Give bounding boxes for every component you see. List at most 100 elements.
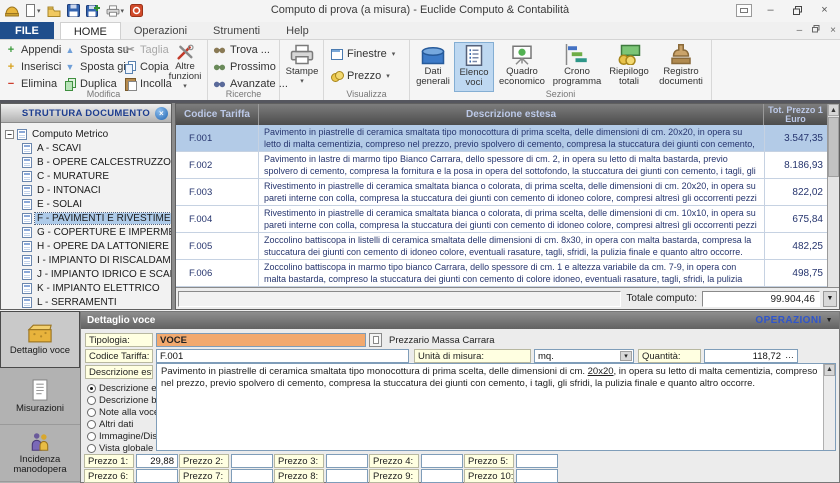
prezzo-10-field[interactable] bbox=[516, 469, 558, 483]
mdi-close-button[interactable]: × bbox=[830, 25, 836, 36]
chevron-down-icon[interactable]: ▾ bbox=[620, 351, 632, 361]
tipologia-field[interactable]: VOCE bbox=[156, 333, 366, 347]
ribbon-group-modifica: +Appendi +Inserisci −Elimina ▲Sposta su … bbox=[0, 40, 208, 100]
finestre-button[interactable]: Finestre▾ bbox=[328, 46, 398, 62]
altre-funzioni-button[interactable]: Altre funzioni▾ bbox=[163, 42, 207, 92]
mdi-minimize-button[interactable]: – bbox=[797, 25, 803, 36]
tree-item-e-solai[interactable]: E - SOLAI bbox=[1, 197, 171, 211]
sidebar-item-incidenza-manodopera[interactable]: Incidenza manodopera bbox=[0, 425, 80, 482]
radio-vista-globale[interactable]: Vista globale bbox=[87, 443, 153, 454]
riepilogo-totali-button[interactable]: Riepilogo totali bbox=[605, 42, 653, 92]
tree-item-d-intonaci[interactable]: D - INTONACI bbox=[1, 183, 171, 197]
trova-button[interactable]: Trova ... bbox=[210, 42, 291, 58]
collapse-expander-icon[interactable]: − bbox=[5, 130, 14, 139]
tree-root-computo-metrico[interactable]: − Computo Metrico bbox=[1, 127, 171, 141]
panel-close-icon[interactable]: × bbox=[155, 107, 168, 120]
registro-documenti-button[interactable]: Registro documenti bbox=[654, 42, 708, 92]
crono-programma-button[interactable]: Crono programma bbox=[550, 42, 604, 92]
document-icon bbox=[22, 157, 32, 168]
codice-tariffa-field[interactable]: F.001 bbox=[156, 349, 409, 363]
grid-scrollbar[interactable]: ▲ ▼ bbox=[827, 104, 839, 287]
prezzo-8-field[interactable] bbox=[326, 469, 368, 483]
operazioni-menu[interactable]: OPERAZIONI ▼ bbox=[755, 315, 833, 326]
tree-item-b-opere-calcestruzzo[interactable]: B - OPERE CALCESTRUZZO CEMENTIZ bbox=[1, 155, 171, 169]
tab-strumenti[interactable]: Strumenti bbox=[200, 22, 273, 39]
tab-file[interactable]: FILE bbox=[0, 22, 54, 39]
quick-access-toolbar: ▾ ▾ bbox=[4, 2, 144, 19]
restore-button[interactable] bbox=[784, 0, 811, 20]
prezzo-9-field[interactable] bbox=[421, 469, 463, 483]
tree-item-k-elettrico[interactable]: K - IMPIANTO ELETTRICO bbox=[1, 281, 171, 295]
table-row[interactable]: F.002Pavimento in lastre di marmo tipo B… bbox=[176, 152, 827, 179]
ellipsis-button[interactable]: … bbox=[785, 350, 795, 360]
table-row[interactable]: F.004Rivestimento in piastrelle di ceram… bbox=[176, 206, 827, 233]
save-button[interactable] bbox=[66, 2, 81, 19]
totals-bar: Totale computo: 99.904,46 ▼ bbox=[176, 287, 839, 309]
radio-altri-dati[interactable]: Altri dati bbox=[87, 419, 133, 430]
save-as-button[interactable] bbox=[85, 2, 101, 19]
item-list-icon bbox=[462, 45, 486, 66]
tab-operazioni[interactable]: Operazioni bbox=[121, 22, 200, 39]
tab-help[interactable]: Help bbox=[273, 22, 322, 39]
quantita-field[interactable]: 118,72 … bbox=[704, 349, 798, 363]
prezzo-5-field[interactable] bbox=[516, 454, 558, 468]
open-folder-button[interactable] bbox=[46, 2, 62, 19]
tree-item-g-coperture[interactable]: G - COPERTURE E IMPERMEABILIZZAZ bbox=[1, 225, 171, 239]
measurements-page-icon bbox=[31, 379, 49, 401]
table-row[interactable]: F.005Zoccolino battiscopa in listelli di… bbox=[176, 233, 827, 260]
prezzo-3-field[interactable] bbox=[326, 454, 368, 468]
radio-icon bbox=[87, 444, 96, 453]
elenco-voci-button[interactable]: Elenco voci bbox=[454, 42, 494, 92]
tree-item-f-pavimenti[interactable]: F - PAVIMENTI E RIVESTIMENTI bbox=[1, 211, 171, 225]
tree-item-a-scavi[interactable]: A - SCAVI bbox=[1, 141, 171, 155]
table-row[interactable]: F.003Rivestimento in piastrelle di ceram… bbox=[176, 179, 827, 206]
tree-item-i-riscaldamento[interactable]: I - IMPIANTO DI RISCALDAMENTO bbox=[1, 253, 171, 267]
dati-generali-button[interactable]: Dati generali bbox=[413, 42, 453, 92]
tree-item-c-murature[interactable]: C - MURATURE bbox=[1, 169, 171, 183]
tree-item-l-serramenti[interactable]: L - SERRAMENTI bbox=[1, 295, 171, 309]
prezzo-4-field[interactable] bbox=[421, 454, 463, 468]
description-textarea[interactable]: Pavimento in piastrelle di ceramica smal… bbox=[156, 363, 836, 451]
table-row[interactable]: F.006Zoccolino battiscopa in marmo tipo … bbox=[176, 260, 827, 287]
stamp-icon bbox=[669, 44, 693, 65]
unita-misura-select[interactable]: mq. ▾ bbox=[534, 349, 634, 363]
tree-item-h-lattoniere[interactable]: H - OPERE DA LATTONIERE bbox=[1, 239, 171, 253]
new-document-button[interactable]: ▾ bbox=[24, 2, 42, 19]
quadro-economico-button[interactable]: Quadro economico bbox=[495, 42, 549, 92]
appendi-button[interactable]: +Appendi bbox=[2, 42, 64, 58]
prezzo-6-field[interactable] bbox=[136, 469, 178, 483]
scroll-up-icon[interactable]: ▲ bbox=[824, 364, 835, 376]
scroll-thumb[interactable] bbox=[828, 117, 839, 177]
prezzo-7-field[interactable] bbox=[231, 469, 273, 483]
minimize-button[interactable]: – bbox=[757, 0, 784, 20]
print-button[interactable]: ▾ bbox=[105, 2, 126, 19]
prezzo-button[interactable]: Prezzo▾ bbox=[328, 68, 398, 84]
tab-home[interactable]: HOME bbox=[60, 22, 121, 39]
radio-note-alla-voce[interactable]: Note alla voce bbox=[87, 407, 159, 418]
tree-item-j-idrico[interactable]: J - IMPIANTO IDRICO E SCARICO bbox=[1, 267, 171, 281]
tipologia-picker-button[interactable] bbox=[369, 333, 382, 347]
description-scrollbar[interactable]: ▲ ▼ bbox=[823, 364, 835, 450]
prezzo-2-label: Prezzo 2: bbox=[179, 454, 229, 468]
prossimo-button[interactable]: Prossimo bbox=[210, 59, 291, 75]
ribbon-group-sezioni: Dati generali Elenco voci Quadro economi… bbox=[410, 40, 712, 100]
gantt-bars-icon bbox=[565, 44, 589, 65]
window-title: Computo di prova (a misura) - Euclide Co… bbox=[200, 4, 640, 16]
structure-panel-header: STRUTTURA DOCUMENTO × bbox=[1, 104, 171, 123]
mdi-restore-button[interactable] bbox=[812, 25, 820, 36]
close-button[interactable]: × bbox=[811, 0, 838, 20]
totale-dropdown-button[interactable]: ▼ bbox=[823, 291, 837, 307]
prezzo-2-field[interactable] bbox=[231, 454, 273, 468]
scroll-up-icon[interactable]: ▲ bbox=[828, 104, 839, 116]
exit-document-button[interactable] bbox=[129, 2, 144, 19]
caret-down-icon: ▾ bbox=[300, 77, 304, 87]
prezzo-1-field[interactable]: 29,88 bbox=[136, 454, 178, 468]
ribbon-options-button[interactable] bbox=[730, 0, 757, 20]
stampe-button[interactable]: Stampe▾ bbox=[281, 42, 323, 92]
table-row[interactable]: F.001Pavimento in piastrelle di ceramica… bbox=[176, 125, 827, 152]
sidebar-item-misurazioni[interactable]: Misurazioni bbox=[0, 368, 80, 425]
inserisci-button[interactable]: +Inserisci bbox=[2, 59, 64, 75]
sidebar-item-dettaglio-voce[interactable]: Dettaglio voce bbox=[0, 311, 80, 368]
document-icon bbox=[22, 297, 32, 308]
detail-panel: Dettaglio voce OPERAZIONI ▼ Tipologia: V… bbox=[80, 311, 840, 483]
